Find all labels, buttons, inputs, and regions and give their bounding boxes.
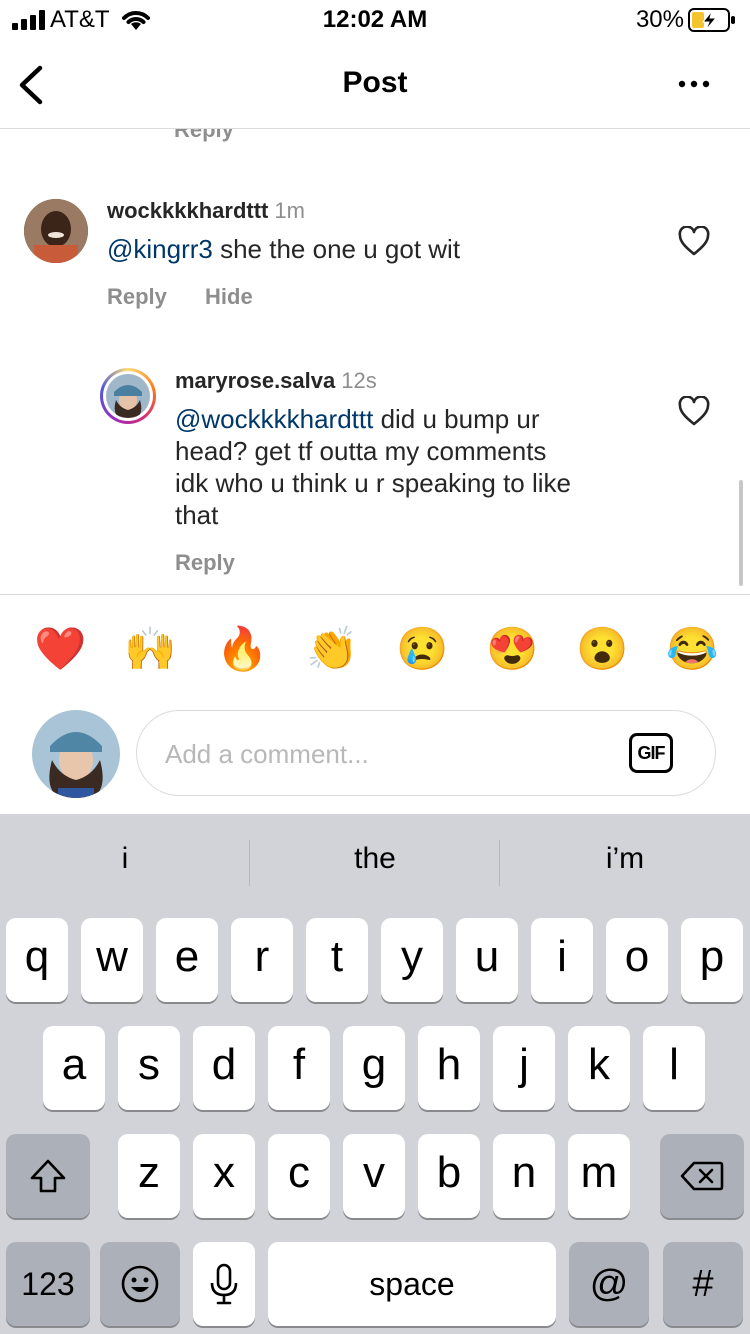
page-title: Post — [342, 66, 408, 99]
key-p[interactable]: p — [681, 918, 743, 1002]
backspace-icon — [680, 1161, 724, 1191]
key-r[interactable]: r — [231, 918, 293, 1002]
key-n[interactable]: n — [493, 1134, 555, 1218]
key-c[interactable]: c — [268, 1134, 330, 1218]
key-q[interactable]: q — [6, 918, 68, 1002]
key-d[interactable]: d — [193, 1026, 255, 1110]
key-z[interactable]: z — [118, 1134, 180, 1218]
hide-button[interactable]: Hide — [205, 284, 253, 310]
suggestion-3[interactable]: i’m — [500, 842, 750, 876]
status-bar: AT&T 12:02 AM 30% — [0, 0, 750, 40]
battery-charging-icon — [688, 8, 735, 32]
comment-username[interactable]: wockkkkhardttt — [107, 198, 268, 223]
at-key[interactable]: @ — [569, 1242, 649, 1326]
suggestion-2[interactable]: the — [250, 842, 500, 876]
reply-text: @wockkkkhardttt did u bump ur head? get … — [175, 404, 571, 530]
avatar-maryrose-salva-story-ring[interactable] — [100, 368, 156, 424]
nav-bar: Post — [0, 40, 750, 129]
key-e[interactable]: e — [156, 918, 218, 1002]
cutoff-reply-link[interactable]: Reply — [174, 129, 234, 151]
key-f[interactable]: f — [268, 1026, 330, 1110]
mention-link[interactable]: @kingrr3 — [107, 234, 213, 264]
key-j[interactable]: j — [493, 1026, 555, 1110]
emoji-crying-face[interactable]: 😢 — [396, 624, 448, 674]
key-w[interactable]: w — [81, 918, 143, 1002]
comment-input[interactable]: Add a comment... GIF — [136, 710, 716, 796]
key-s[interactable]: s — [118, 1026, 180, 1110]
shift-key[interactable] — [6, 1134, 90, 1218]
emoji-clapping-hands[interactable]: 👏 — [306, 624, 358, 674]
avatar-wockkkkhardttt[interactable] — [24, 199, 88, 263]
key-x[interactable]: x — [193, 1134, 255, 1218]
key-g[interactable]: g — [343, 1026, 405, 1110]
current-user-avatar — [32, 710, 120, 798]
reply-username[interactable]: maryrose.salva — [175, 368, 335, 393]
numbers-key[interactable]: 123 — [6, 1242, 90, 1326]
battery-percent: 30% — [635, 6, 684, 33]
gif-button[interactable]: GIF — [629, 733, 673, 773]
shift-arrow-icon — [30, 1159, 66, 1193]
dictation-key[interactable] — [193, 1242, 255, 1326]
comment-text: @kingrr3 she the one u got wit — [107, 234, 461, 264]
reply-age: 12s — [341, 368, 377, 393]
key-t[interactable]: t — [306, 918, 368, 1002]
mention-link[interactable]: @wockkkkhardttt — [175, 404, 373, 434]
emoji-raised-hands[interactable]: 🙌 — [124, 624, 176, 674]
key-u[interactable]: u — [456, 918, 518, 1002]
key-l[interactable]: l — [643, 1026, 705, 1110]
key-h[interactable]: h — [418, 1026, 480, 1110]
reply-button[interactable]: Reply — [107, 284, 167, 310]
suggestion-1[interactable]: i — [0, 842, 250, 876]
reply-header: maryrose.salva 12s — [175, 368, 377, 394]
microphone-icon — [210, 1263, 238, 1305]
profile-photo — [106, 374, 150, 418]
key-k[interactable]: k — [568, 1026, 630, 1110]
divider — [0, 594, 750, 595]
keyboard: i the i’m q w e r t y u i o p a s d f g … — [0, 814, 750, 1334]
profile-photo — [32, 710, 120, 798]
emoji-open-mouth[interactable]: 😮 — [576, 624, 628, 674]
emoji-heart-eyes[interactable]: 😍 — [486, 624, 538, 674]
key-o[interactable]: o — [606, 918, 668, 1002]
emoji-fire[interactable]: 🔥 — [216, 624, 268, 674]
scrollbar[interactable] — [739, 480, 743, 586]
key-a[interactable]: a — [43, 1026, 105, 1110]
key-y[interactable]: y — [381, 918, 443, 1002]
smiley-face-icon — [121, 1265, 159, 1303]
emoji-tears-of-joy[interactable]: 😂 — [666, 624, 718, 674]
like-heart-icon[interactable] — [678, 396, 710, 426]
emoji-red-heart[interactable]: ❤️ — [34, 624, 86, 674]
space-key[interactable]: space — [268, 1242, 556, 1326]
reply-button[interactable]: Reply — [175, 550, 235, 576]
like-heart-icon[interactable] — [678, 226, 710, 256]
comment-input-placeholder: Add a comment... — [165, 739, 369, 769]
key-b[interactable]: b — [418, 1134, 480, 1218]
profile-photo — [24, 199, 88, 263]
emoji-key[interactable] — [100, 1242, 180, 1326]
comment-header: wockkkkhardttt 1m — [107, 198, 305, 224]
comment-age: 1m — [274, 198, 305, 223]
more-options-icon[interactable] — [678, 80, 710, 88]
delete-key[interactable] — [660, 1134, 744, 1218]
key-m[interactable]: m — [568, 1134, 630, 1218]
hash-key[interactable]: # — [663, 1242, 743, 1326]
key-v[interactable]: v — [343, 1134, 405, 1218]
key-i[interactable]: i — [531, 918, 593, 1002]
